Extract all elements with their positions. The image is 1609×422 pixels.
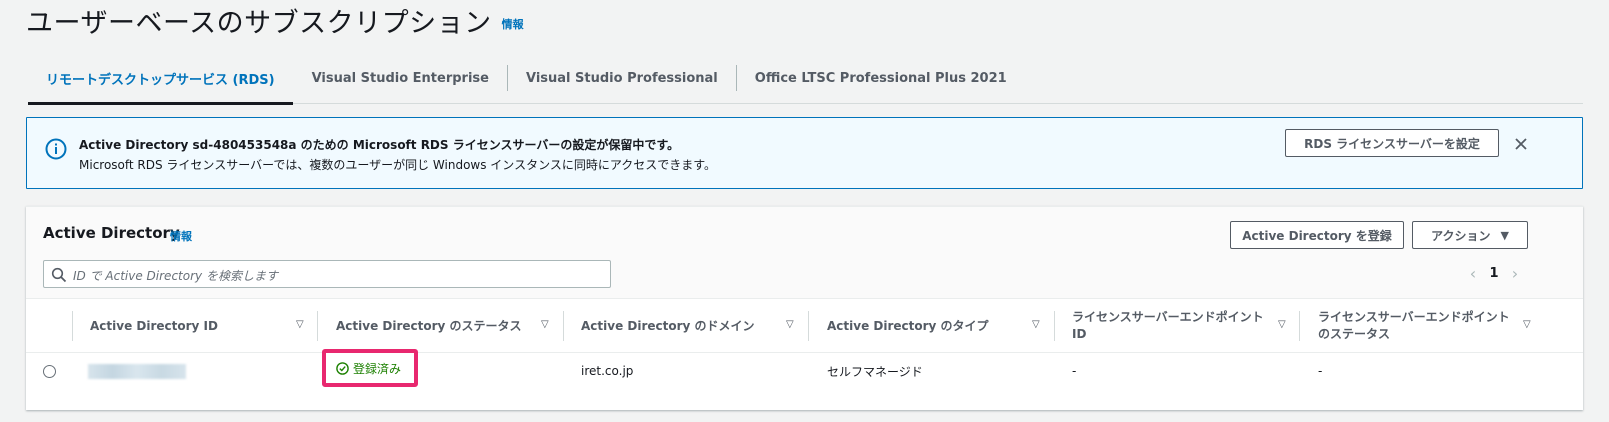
active-directory-panel: Active Directory 情報 Active Directory を登録… — [26, 206, 1583, 410]
info-flashbar: Active Directory sd-480453548a のための Micr… — [26, 117, 1583, 189]
column-label: Active Directory のドメイン — [581, 318, 755, 333]
active-directory-table: Active Directory ID ▽ Active Directory の… — [26, 299, 1583, 389]
column-header-domain[interactable]: Active Directory のドメイン — [581, 299, 791, 353]
pagination: ‹ 1 › — [1463, 263, 1525, 283]
table-header: Active Directory ID ▽ Active Directory の… — [26, 299, 1583, 353]
column-header-type[interactable]: Active Directory のタイプ — [827, 299, 1037, 353]
column-divider — [72, 311, 73, 341]
check-circle-icon — [336, 361, 349, 375]
info-circle-icon — [45, 138, 67, 160]
status-badge: 登録済み — [353, 361, 402, 376]
column-label: ライセンスサーバーエンドポイント ID — [1072, 310, 1264, 341]
tab-visual-studio-enterprise[interactable]: Visual Studio Enterprise — [294, 52, 507, 104]
column-label: Active Directory のタイプ — [827, 318, 989, 333]
status-highlight: 登録済み — [322, 349, 418, 387]
actions-label: アクション — [1431, 228, 1491, 243]
search-placeholder: ID で Active Directory を検索します — [73, 269, 278, 283]
column-divider — [1299, 311, 1300, 341]
sort-icon[interactable]: ▽ — [786, 319, 794, 330]
tab-office-ltsc[interactable]: Office LTSC Professional Plus 2021 — [737, 52, 1025, 104]
search-icon — [51, 267, 67, 283]
chevron-right-icon[interactable]: › — [1505, 264, 1525, 283]
column-header-endpoint-id[interactable]: ライセンスサーバーエンドポイント ID — [1072, 299, 1272, 353]
table-row[interactable]: 登録済み iret.co.jp セルフマネージド - - — [26, 349, 1583, 389]
page-title: ユーザーベースのサブスクリプション — [26, 7, 492, 39]
column-label: Active Directory のステータス — [336, 318, 522, 333]
tab-visual-studio-professional[interactable]: Visual Studio Professional — [508, 52, 736, 104]
search-input[interactable]: ID で Active Directory を検索します — [43, 260, 611, 288]
column-label: Active Directory ID — [90, 318, 218, 333]
column-divider — [563, 311, 564, 341]
sort-icon[interactable]: ▽ — [1032, 319, 1040, 330]
register-active-directory-button[interactable]: Active Directory を登録 — [1230, 221, 1404, 249]
panel-info-link[interactable]: 情報 — [170, 228, 192, 244]
panel-title: Active Directory — [43, 224, 180, 242]
row-select-radio[interactable] — [43, 365, 56, 378]
configure-rds-license-server-button[interactable]: RDS ライセンスサーバーを設定 — [1285, 129, 1499, 157]
flash-message: Microsoft RDS ライセンスサーバーでは、複数のユーザーが同じ Win… — [79, 158, 717, 172]
page-number[interactable]: 1 — [1483, 266, 1505, 281]
page-info-link[interactable]: 情報 — [502, 16, 524, 32]
redacted-directory-id[interactable] — [88, 364, 186, 379]
sort-icon[interactable]: ▽ — [1278, 319, 1286, 330]
flash-title: Active Directory sd-480453548a のための Micr… — [79, 138, 680, 152]
close-icon[interactable] — [1511, 134, 1531, 154]
panel-header: Active Directory 情報 Active Directory を登録… — [26, 207, 1583, 299]
column-header-endpoint-status[interactable]: ライセンスサーバーエンドポイントのステータス — [1318, 299, 1518, 353]
chevron-left-icon[interactable]: ‹ — [1463, 264, 1483, 283]
tab-bar: リモートデスクトップサービス (RDS) Visual Studio Enter… — [28, 52, 1583, 105]
actions-dropdown-button[interactable]: アクション ▼ — [1412, 221, 1528, 249]
column-divider — [808, 311, 809, 341]
column-divider — [1054, 311, 1055, 341]
column-header-id[interactable]: Active Directory ID — [90, 299, 310, 353]
column-label: ライセンスサーバーエンドポイントのステータス — [1318, 310, 1510, 341]
tab-rds[interactable]: リモートデスクトップサービス (RDS) — [28, 52, 293, 105]
column-header-status[interactable]: Active Directory のステータス — [336, 299, 546, 353]
caret-down-icon: ▼ — [1500, 228, 1509, 242]
sort-icon[interactable]: ▽ — [541, 319, 549, 330]
cell-type: セルフマネージド — [827, 364, 923, 379]
cell-endpoint-id: - — [1072, 364, 1077, 378]
sort-icon[interactable]: ▽ — [296, 319, 304, 330]
cell-endpoint-status: - — [1318, 364, 1323, 378]
column-divider — [317, 311, 318, 341]
sort-icon[interactable]: ▽ — [1523, 319, 1531, 330]
page-header: ユーザーベースのサブスクリプション 情報 — [26, 0, 524, 40]
cell-domain: iret.co.jp — [581, 364, 634, 378]
